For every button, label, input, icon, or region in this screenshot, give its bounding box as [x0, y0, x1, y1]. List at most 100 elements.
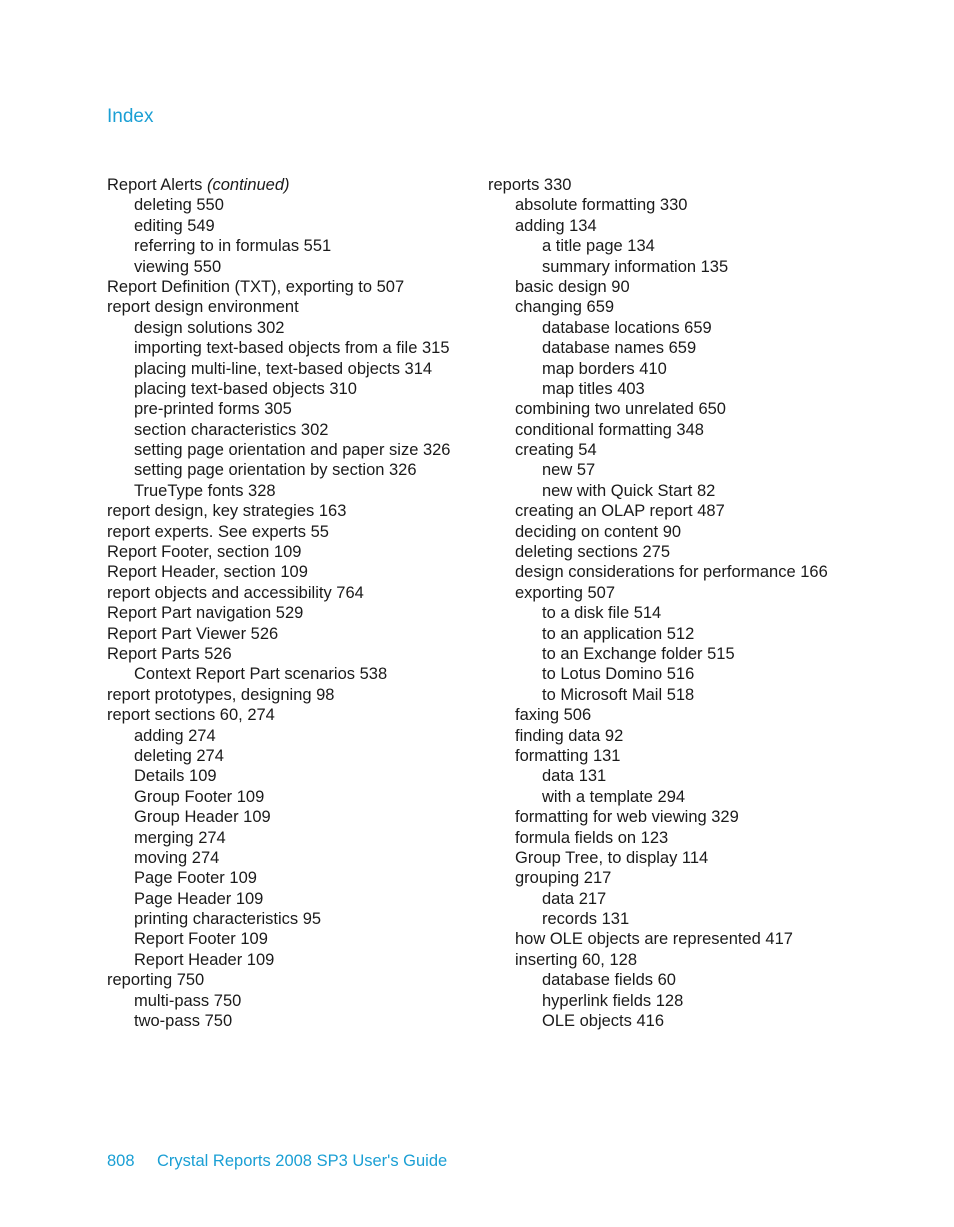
index-subsubentry: new with Quick Start 82 [488, 481, 828, 501]
index-subentry: finding data 92 [488, 726, 828, 746]
index-entry-text: absolute formatting 330 [515, 196, 688, 215]
index-subentry: Report Footer 109 [107, 929, 450, 949]
index-subentry: Page Header 109 [107, 889, 450, 909]
index-entry: reporting 750 [107, 970, 450, 990]
index-entry-text: viewing 550 [134, 257, 222, 276]
index-subentry: Report Header 109 [107, 950, 450, 970]
index-entry-text: a title page 134 [542, 237, 655, 256]
index-entry-text: inserting 60, 128 [515, 950, 638, 969]
index-entry-text: setting page orientation and paper size … [134, 441, 451, 460]
index-subsubentry: map borders 410 [488, 359, 828, 379]
index-entry-text: creating an OLAP report 487 [515, 502, 725, 521]
index-entry-text: formula fields on 123 [515, 828, 669, 847]
index-entry-text: report design environment [107, 298, 299, 317]
index-entry-text: Group Footer 109 [134, 787, 265, 806]
index-entry-text: reports 330 [488, 176, 572, 194]
index-entry-text: two-pass 750 [134, 1012, 233, 1031]
index-entry-text: moving 274 [134, 848, 220, 867]
index-entry-text: how OLE objects are represented 417 [515, 930, 793, 949]
index-entry-text: faxing 506 [515, 706, 592, 725]
index-subentry: placing multi-line, text-based objects 3… [107, 359, 450, 379]
index-entry-text: setting page orientation by section 326 [134, 461, 417, 480]
index-entry-text: to Microsoft Mail 518 [542, 685, 695, 704]
index-entry-text: Group Tree, to display 114 [515, 848, 709, 867]
index-subentry: importing text-based objects from a file… [107, 338, 450, 358]
index-entry: Report Alerts (continued) [107, 175, 450, 195]
index-subentry: design solutions 302 [107, 318, 450, 338]
index-subentry: design considerations for performance 16… [488, 562, 828, 582]
index-entry: Report Footer, section 109 [107, 542, 450, 562]
index-entry-text: hyperlink fields 128 [542, 991, 684, 1010]
index-entry-text: Report Part navigation 529 [107, 604, 304, 623]
index-entry-text: Report Parts 526 [107, 644, 232, 663]
index-entry-text: TrueType fonts 328 [134, 481, 276, 500]
index-subsubentry: new 57 [488, 460, 828, 480]
index-entry-text: Page Footer 109 [134, 869, 257, 888]
index-subentry: setting page orientation by section 326 [107, 460, 450, 480]
index-entry-text: database names 659 [542, 339, 697, 358]
index-column-right: reports 330 absolute formatting 330 adding… [488, 175, 828, 1031]
index-subsubentry: database locations 659 [488, 318, 828, 338]
index-subentry: two-pass 750 [107, 1011, 450, 1031]
index-entry-text: deciding on content 90 [515, 522, 682, 541]
index-entry-text: data 131 [542, 767, 607, 786]
index-subentry: Group Tree, to display 114 [488, 848, 828, 868]
index-subentry: combining two unrelated 650 [488, 399, 828, 419]
index-subentry: creating 54 [488, 440, 828, 460]
index-subentry: merging 274 [107, 828, 450, 848]
index-subentry: exporting 507 [488, 583, 828, 603]
index-entry-text: records 131 [542, 910, 630, 929]
index-entry-text: Report Header, section 109 [107, 563, 308, 582]
index-entry-text: report design, key strategies 163 [107, 502, 347, 521]
index-entry-text: conditional formatting 348 [515, 420, 704, 439]
index-entry-text: changing 659 [515, 298, 615, 317]
index-entry-text: OLE objects 416 [542, 1012, 664, 1031]
index-subsubentry: database names 659 [488, 338, 828, 358]
index-entry: Report Header, section 109 [107, 562, 450, 582]
index-entry: report design, key strategies 163 [107, 501, 450, 521]
index-subentry: absolute formatting 330 [488, 195, 828, 215]
index-entry-text: multi-pass 750 [134, 991, 242, 1010]
index-entry: Report Parts 526 [107, 644, 450, 664]
index-subentry: placing text-based objects 310 [107, 379, 450, 399]
page-title: Index [107, 106, 154, 127]
index-entry: report design environment [107, 297, 450, 317]
index-entry: report sections 60, 274 [107, 705, 450, 725]
index-entry-text: Page Header 109 [134, 889, 264, 908]
index-entry-text: formatting 131 [515, 746, 621, 765]
index-entry-text: reporting 750 [107, 971, 205, 990]
index-entry-text: placing text-based objects 310 [134, 379, 357, 398]
index-entry-text: Context Report Part scenarios 538 [134, 665, 388, 684]
index-subentry: multi-pass 750 [107, 991, 450, 1011]
index-entry-text: new with Quick Start 82 [542, 481, 716, 500]
index-subsubentry: to Microsoft Mail 518 [488, 685, 828, 705]
index-subsubentry: hyperlink fields 128 [488, 991, 828, 1011]
index-entry-text: report prototypes, designing 98 [107, 685, 335, 704]
index-subsubentry: to Lotus Domino 516 [488, 664, 828, 684]
index-subsubentry: to a disk file 514 [488, 603, 828, 623]
index-entry-text: Group Header 109 [134, 808, 271, 827]
index-subentry: printing characteristics 95 [107, 909, 450, 929]
index-entry-text: Report Header 109 [134, 950, 275, 969]
index-entry-text: grouping 217 [515, 869, 612, 888]
index-subentry: inserting 60, 128 [488, 950, 828, 970]
index-entry-text: deleting 274 [134, 746, 224, 765]
index-entry-text: pre-printed forms 305 [134, 400, 292, 419]
index-entry-text: to a disk file 514 [542, 604, 662, 623]
page-footer: 808 Crystal Reports 2008 SP3 User's Guide [107, 1151, 447, 1171]
index-subentry: deleting 550 [107, 195, 450, 215]
index-subentry: deleting sections 275 [488, 542, 828, 562]
index-entry-text: database fields 60 [542, 971, 676, 990]
index-entry: report objects and accessibility 764 [107, 583, 450, 603]
index-entry-text: adding 134 [515, 216, 597, 235]
index-entry-text: adding 274 [134, 726, 216, 745]
index-subentry: deciding on content 90 [488, 522, 828, 542]
index-subentry: creating an OLAP report 487 [488, 501, 828, 521]
index-subentry: Page Footer 109 [107, 868, 450, 888]
index-subentry: TrueType fonts 328 [107, 481, 450, 501]
index-subentry: deleting 274 [107, 746, 450, 766]
index-subentry: viewing 550 [107, 257, 450, 277]
index-subsubentry: records 131 [488, 909, 828, 929]
index-subentry: how OLE objects are represented 417 [488, 929, 828, 949]
index-entry-text: design solutions 302 [134, 318, 285, 337]
